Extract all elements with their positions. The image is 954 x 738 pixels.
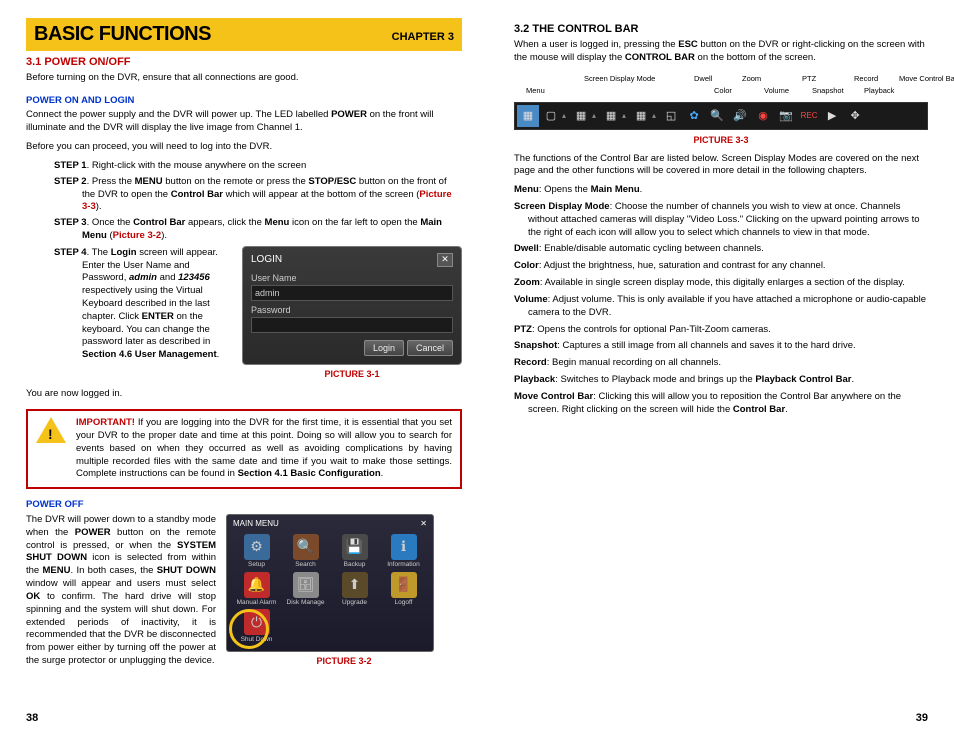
picture-3-2-label: PICTURE 3-2 — [226, 655, 462, 667]
chapter-number: CHAPTER 3 — [392, 30, 454, 45]
poweroff-text: The DVR will power down to a standby mod… — [26, 514, 216, 668]
ctrl-display-2[interactable]: ▦▴ — [570, 105, 599, 127]
menu-logoff[interactable]: 🚪Logoff — [380, 572, 427, 608]
close-icon[interactable]: ✕ — [437, 253, 453, 267]
dwell-icon: ◱ — [663, 108, 679, 124]
ctrl-display-3[interactable]: ▦▴ — [600, 105, 629, 127]
login-dialog: LOGIN ✕ User Nameadmin Password LoginCanc… — [242, 246, 462, 365]
picture-3-1-label: PICTURE 3-1 — [242, 368, 462, 380]
volume-icon: 🔊 — [732, 108, 748, 124]
cancel-button[interactable]: Cancel — [407, 340, 453, 356]
p2: Before you can proceed, you will need to… — [26, 141, 462, 154]
page-num-right: 39 — [916, 711, 928, 726]
zoom-icon: 🔍 — [709, 108, 725, 124]
intro-32: When a user is logged in, pressing the E… — [514, 39, 928, 65]
intro-text: Before turning on the DVR, ensure that a… — [26, 72, 462, 85]
sub-power-off: POWER OFF — [26, 499, 462, 512]
logged-in-text: You are now logged in. — [26, 388, 462, 401]
p-functions: The functions of the Control Bar are lis… — [514, 153, 928, 179]
ctrl-color[interactable]: ✿ — [683, 105, 705, 127]
menu-disk[interactable]: 🗄Disk Manage — [282, 572, 329, 608]
up-icon: ▴ — [562, 111, 566, 122]
login-button[interactable]: Login — [364, 340, 404, 356]
main-menu-title: MAIN MENU — [233, 519, 279, 530]
menu-setup[interactable]: ⚙Setup — [233, 534, 280, 570]
menu-information[interactable]: ℹInformation — [380, 534, 427, 570]
control-bar-labels: Menu Screen Display Mode Dwell Color Zoo… — [514, 70, 928, 98]
important-box: IMPORTANT! If you are logging into the D… — [26, 409, 462, 489]
menu-backup[interactable]: 💾Backup — [331, 534, 378, 570]
camera-icon: 📷 — [778, 108, 794, 124]
username-input[interactable]: admin — [251, 285, 453, 301]
up-icon: ▴ — [652, 111, 656, 122]
login-title: LOGIN — [251, 253, 282, 267]
menu-icon: ▦ — [520, 108, 536, 124]
move-icon: ✥ — [847, 108, 863, 124]
ctrl-snapshot[interactable]: 📷 — [775, 105, 797, 127]
up-icon: ▴ — [592, 111, 596, 122]
ctrl-ptz[interactable]: ◉ — [752, 105, 774, 127]
ctrl-record[interactable]: REC — [798, 105, 820, 127]
sub-power-on: POWER ON AND LOGIN — [26, 95, 462, 108]
ctrl-playback[interactable]: ▶ — [821, 105, 843, 127]
username-label: User Name — [251, 272, 453, 284]
ctrl-volume[interactable]: 🔊 — [729, 105, 751, 127]
chapter-title: BASIC FUNCTIONS — [34, 21, 392, 48]
play-icon: ▶ — [824, 108, 840, 124]
close-icon[interactable]: ✕ — [420, 519, 427, 530]
menu-upgrade[interactable]: ⬆Upgrade — [331, 572, 378, 608]
record-icon: REC — [801, 108, 817, 124]
grid16-icon: ▦ — [633, 108, 649, 124]
step-list: STEP 1. Right-click with the mouse anywh… — [26, 160, 462, 386]
p1: Connect the power supply and the DVR wil… — [26, 109, 462, 135]
color-icon: ✿ — [686, 108, 702, 124]
grid-icon: ▢ — [543, 108, 559, 124]
ctrl-menu[interactable]: ▦ — [517, 105, 539, 127]
grid4-icon: ▦ — [573, 108, 589, 124]
main-menu-dialog: MAIN MENU ✕ ⚙Setup 🔍Search 💾Backup ℹInfor… — [226, 514, 434, 652]
chapter-header: BASIC FUNCTIONS CHAPTER 3 — [26, 18, 462, 51]
up-icon: ▴ — [622, 111, 626, 122]
password-input[interactable] — [251, 317, 453, 333]
page-num-left: 38 — [26, 711, 38, 726]
warning-icon — [36, 417, 68, 443]
menu-alarm[interactable]: 🔔Manual Alarm — [233, 572, 280, 608]
section-3-1: 3.1 POWER ON/OFF — [26, 55, 462, 70]
section-3-2: 3.2 THE CONTROL BAR — [514, 22, 928, 37]
grid9-icon: ▦ — [603, 108, 619, 124]
ctrl-display-1[interactable]: ▢▴ — [540, 105, 569, 127]
ctrl-display-4[interactable]: ▦▴ — [630, 105, 659, 127]
definition-list: Menu: Opens the Main Menu. Screen Displa… — [514, 184, 928, 416]
control-bar: ▦ ▢▴ ▦▴ ▦▴ ▦▴ ◱ ✿ 🔍 🔊 ◉ 📷 REC ▶ ✥ — [514, 102, 928, 130]
password-label: Password — [251, 304, 453, 316]
highlight-circle — [229, 609, 269, 649]
picture-3-3-label: PICTURE 3-3 — [514, 134, 928, 146]
ctrl-move[interactable]: ✥ — [844, 105, 866, 127]
menu-search[interactable]: 🔍Search — [282, 534, 329, 570]
ctrl-dwell[interactable]: ◱ — [660, 105, 682, 127]
ctrl-zoom[interactable]: 🔍 — [706, 105, 728, 127]
ptz-icon: ◉ — [755, 108, 771, 124]
